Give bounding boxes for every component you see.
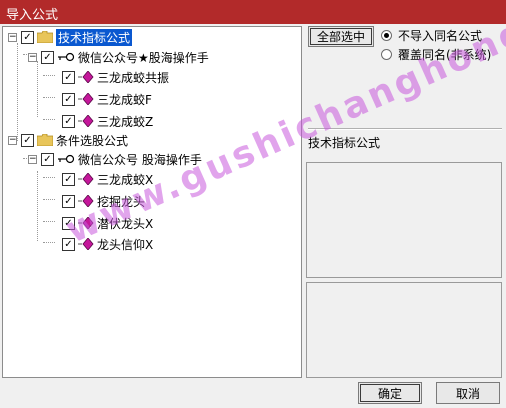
collapse-icon[interactable]: − <box>8 135 17 145</box>
tree-item[interactable]: ✓ 三龙成蛟X <box>62 170 153 188</box>
import-formula-dialog: − ✓ 技术指标公式 − ✓ 微信公众号★股海操作手 ✓ 三龙成蛟共振 ✓ 三龙… <box>0 0 506 408</box>
tree-item-label: 三龙成蛟共振 <box>97 70 170 85</box>
tree-item[interactable]: ✓ 三龙成蛟Z <box>62 112 153 130</box>
tree-item-label: 三龙成蛟F <box>97 92 152 107</box>
ok-button[interactable]: 确定 <box>358 382 422 404</box>
key-icon <box>58 52 75 62</box>
formula-icon <box>78 115 94 127</box>
formula-icon <box>78 173 94 185</box>
item-checkbox[interactable]: ✓ <box>62 70 75 84</box>
tree-author-node[interactable]: − ✓ 微信公众号★股海操作手 <box>28 48 209 66</box>
item-checkbox[interactable]: ✓ <box>62 237 75 251</box>
tree-author-label: 微信公众号★股海操作手 <box>78 50 209 65</box>
tree-author-label: 微信公众号 股海操作手 <box>78 152 202 167</box>
tree-group-screen[interactable]: − ✓ 条件选股公式 <box>8 131 128 149</box>
tree-group-label: 技术指标公式 <box>56 28 133 46</box>
info-panel-top <box>306 162 502 278</box>
radio-indicator[interactable] <box>381 49 392 60</box>
folder-icon <box>37 134 53 146</box>
info-title: 技术指标公式 <box>308 136 381 150</box>
tree-item-label: 三龙成蛟X <box>97 172 154 187</box>
item-checkbox[interactable]: ✓ <box>62 92 75 106</box>
collapse-icon[interactable]: − <box>28 52 37 62</box>
tree-item-label: 三龙成蛟Z <box>97 114 154 129</box>
item-checkbox[interactable]: ✓ <box>62 114 75 128</box>
tree-item[interactable]: ✓ 挖掘龙头 <box>62 192 145 210</box>
folder-icon <box>37 31 53 43</box>
formula-icon <box>78 195 94 207</box>
radio-label: 不导入同名公式 <box>398 29 483 43</box>
formula-icon <box>78 93 94 105</box>
radio-overwrite-duplicates[interactable]: 覆盖同名(非系统) <box>381 46 491 63</box>
tree-author-node[interactable]: − ✓ 微信公众号 股海操作手 <box>28 150 202 168</box>
radio-skip-duplicates[interactable]: 不导入同名公式 <box>381 27 482 44</box>
item-checkbox[interactable]: ✓ <box>62 194 75 208</box>
collapse-icon[interactable]: − <box>28 154 37 164</box>
key-icon <box>58 154 75 164</box>
tree-item[interactable]: ✓ 潜伏龙头X <box>62 214 153 232</box>
radio-indicator[interactable] <box>381 30 392 41</box>
tree-item[interactable]: ✓ 三龙成蛟F <box>62 90 152 108</box>
item-checkbox[interactable]: ✓ <box>62 172 75 186</box>
tree-item[interactable]: ✓ 三龙成蛟共振 <box>62 68 169 86</box>
group-checkbox[interactable]: ✓ <box>21 133 34 147</box>
tree-item-label: 挖掘龙头 <box>97 194 146 209</box>
tree-group-tech[interactable]: − ✓ 技术指标公式 <box>8 28 133 46</box>
formula-icon <box>78 71 94 83</box>
title-bar[interactable]: 导入公式 <box>0 0 506 24</box>
formula-icon <box>78 217 94 229</box>
radio-label: 覆盖同名(非系统) <box>398 48 492 62</box>
author-checkbox[interactable]: ✓ <box>41 152 54 166</box>
tree-item-label: 龙头信仰X <box>97 237 154 252</box>
formula-icon <box>78 238 94 250</box>
tree-item-label: 潜伏龙头X <box>97 216 154 231</box>
window-title: 导入公式 <box>6 8 59 23</box>
group-checkbox[interactable]: ✓ <box>21 30 34 44</box>
item-checkbox[interactable]: ✓ <box>62 216 75 230</box>
select-all-button[interactable]: 全部选中 <box>308 26 374 47</box>
divider <box>308 128 502 130</box>
formula-tree[interactable]: − ✓ 技术指标公式 − ✓ 微信公众号★股海操作手 ✓ 三龙成蛟共振 ✓ 三龙… <box>2 26 302 378</box>
author-checkbox[interactable]: ✓ <box>41 50 54 64</box>
info-panel-bottom <box>306 282 502 378</box>
collapse-icon[interactable]: − <box>8 32 17 42</box>
tree-group-label: 条件选股公式 <box>56 133 129 148</box>
tree-item[interactable]: ✓ 龙头信仰X <box>62 235 153 253</box>
cancel-button[interactable]: 取消 <box>436 382 500 404</box>
